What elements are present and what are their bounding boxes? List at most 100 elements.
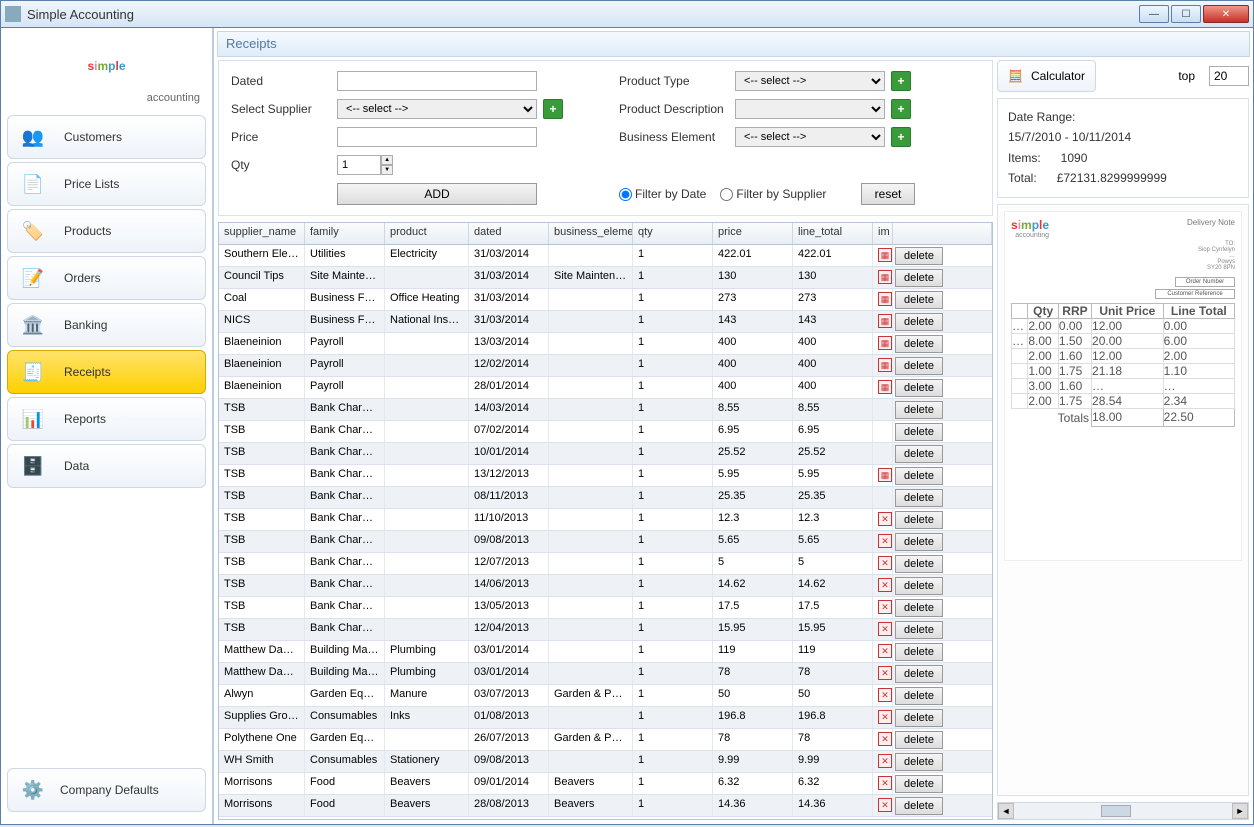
- add-supplier-button[interactable]: +: [543, 99, 563, 119]
- add-product-desc-button[interactable]: +: [891, 99, 911, 119]
- col-line-total[interactable]: line_total: [793, 223, 873, 244]
- table-row[interactable]: TSBBank Charges13/05/2013117.517.5✕delet…: [219, 597, 992, 619]
- delete-button[interactable]: delete: [895, 401, 943, 419]
- filter-by-supplier-radio[interactable]: Filter by Supplier: [720, 187, 826, 201]
- dated-input[interactable]: [337, 71, 537, 91]
- delete-button[interactable]: delete: [895, 357, 943, 375]
- table-row[interactable]: TSBBank Charges12/07/2013155✕delete: [219, 553, 992, 575]
- add-product-type-button[interactable]: +: [891, 71, 911, 91]
- qty-down-button[interactable]: ▼: [381, 165, 393, 175]
- product-desc-select[interactable]: [735, 99, 885, 119]
- qty-input[interactable]: [337, 155, 381, 175]
- top-input[interactable]: [1209, 66, 1249, 86]
- add-business-element-button[interactable]: +: [891, 127, 911, 147]
- nav-banking[interactable]: 🏛️Banking: [7, 303, 206, 347]
- table-row[interactable]: WH SmithConsumablesStationery09/08/20131…: [219, 751, 992, 773]
- business-element-select[interactable]: <-- select -->: [735, 127, 885, 147]
- col-family[interactable]: family: [305, 223, 385, 244]
- table-row[interactable]: TSBBank Charges13/12/201315.955.95▦delet…: [219, 465, 992, 487]
- qty-up-button[interactable]: ▲: [381, 155, 393, 165]
- table-row[interactable]: BlaeneinionPayroll28/01/20141400400▦dele…: [219, 377, 992, 399]
- table-row[interactable]: BlaeneinionPayroll12/02/20141400400▦dele…: [219, 355, 992, 377]
- delete-button[interactable]: delete: [895, 445, 943, 463]
- col-supplier[interactable]: supplier_name: [219, 223, 305, 244]
- delete-button[interactable]: delete: [895, 709, 943, 727]
- table-row[interactable]: BlaeneinionPayroll13/03/20141400400▦dele…: [219, 333, 992, 355]
- delete-button[interactable]: delete: [895, 643, 943, 661]
- supplier-select[interactable]: <-- select -->: [337, 99, 537, 119]
- filter-by-date-radio[interactable]: Filter by Date: [619, 187, 706, 201]
- col-product[interactable]: product: [385, 223, 469, 244]
- table-row[interactable]: MorrisonsFoodBeavers09/01/2014Beavers16.…: [219, 773, 992, 795]
- nav-receipts[interactable]: 🧾Receipts: [7, 350, 206, 394]
- delete-button[interactable]: delete: [895, 247, 943, 265]
- delete-button[interactable]: delete: [895, 577, 943, 595]
- delete-button[interactable]: delete: [895, 423, 943, 441]
- table-row[interactable]: Matthew Dav…Building Mate…Plumbing03/01/…: [219, 641, 992, 663]
- table-row[interactable]: TSBBank Charges12/04/2013115.9515.95✕del…: [219, 619, 992, 641]
- calculator-button[interactable]: 🧮 Calculator: [997, 60, 1096, 92]
- add-button[interactable]: ADD: [337, 183, 537, 205]
- table-row[interactable]: TSBBank Charges14/06/2013114.6214.62✕del…: [219, 575, 992, 597]
- delete-button[interactable]: delete: [895, 313, 943, 331]
- product-type-select[interactable]: <-- select -->: [735, 71, 885, 91]
- delete-button[interactable]: delete: [895, 291, 943, 309]
- delete-button[interactable]: delete: [895, 467, 943, 485]
- delete-button[interactable]: delete: [895, 687, 943, 705]
- table-row[interactable]: TSBBank Charges09/08/201315.655.65✕delet…: [219, 531, 992, 553]
- logo-subtitle: accounting: [5, 92, 200, 104]
- delete-button[interactable]: delete: [895, 555, 943, 573]
- table-row[interactable]: CoalBusiness FeesOffice Heating31/03/201…: [219, 289, 992, 311]
- grid-body[interactable]: Southern Ele…UtilitiesElectricity31/03/2…: [219, 245, 992, 819]
- scroll-thumb[interactable]: [1101, 805, 1131, 817]
- table-row[interactable]: Matthew Dav…Building Mate…Plumbing03/01/…: [219, 663, 992, 685]
- nav-customers[interactable]: 👥Customers: [7, 115, 206, 159]
- delete-button[interactable]: delete: [895, 775, 943, 793]
- table-row[interactable]: TSBBank Charges11/10/2013112.312.3✕delet…: [219, 509, 992, 531]
- table-row[interactable]: TSBBank Charges10/01/2014125.5225.52dele…: [219, 443, 992, 465]
- table-row[interactable]: Supplies GroupConsumablesInks01/08/20131…: [219, 707, 992, 729]
- delete-button[interactable]: delete: [895, 335, 943, 353]
- nav-price-lists[interactable]: 📄Price Lists: [7, 162, 206, 206]
- delete-button[interactable]: delete: [895, 533, 943, 551]
- delete-button[interactable]: delete: [895, 731, 943, 749]
- delete-button[interactable]: delete: [895, 269, 943, 287]
- col-business-element[interactable]: business_eleme: [549, 223, 633, 244]
- price-label: Price: [231, 130, 331, 144]
- delete-button[interactable]: delete: [895, 511, 943, 529]
- delete-button[interactable]: delete: [895, 599, 943, 617]
- nav-reports[interactable]: 📊Reports: [7, 397, 206, 441]
- delete-button[interactable]: delete: [895, 797, 943, 815]
- nav-orders[interactable]: 📝Orders: [7, 256, 206, 300]
- table-row[interactable]: Southern Ele…UtilitiesElectricity31/03/2…: [219, 245, 992, 267]
- nav-data[interactable]: 🗄️Data: [7, 444, 206, 488]
- table-row[interactable]: NICSBusiness FeesNational Insur…31/03/20…: [219, 311, 992, 333]
- table-row[interactable]: MorrisonsFoodBeavers28/08/2013Beavers114…: [219, 795, 992, 817]
- table-row[interactable]: TSBBank Charges08/11/2013125.3525.35dele…: [219, 487, 992, 509]
- col-price[interactable]: price: [713, 223, 793, 244]
- col-img[interactable]: im: [873, 223, 893, 244]
- nav-products[interactable]: 🏷️Products: [7, 209, 206, 253]
- maximize-button[interactable]: ☐: [1171, 5, 1201, 23]
- company-defaults-button[interactable]: ⚙️ Company Defaults: [7, 768, 206, 812]
- delete-button[interactable]: delete: [895, 379, 943, 397]
- col-dated[interactable]: dated: [469, 223, 549, 244]
- scroll-right-button[interactable]: ►: [1232, 803, 1248, 819]
- table-row[interactable]: Council TipsSite Mainten…31/03/2014Site …: [219, 267, 992, 289]
- delete-button[interactable]: delete: [895, 621, 943, 639]
- price-input[interactable]: [337, 127, 537, 147]
- table-row[interactable]: Polythene OneGarden Equi…26/07/2013Garde…: [219, 729, 992, 751]
- delete-button[interactable]: delete: [895, 665, 943, 683]
- minimize-button[interactable]: —: [1139, 5, 1169, 23]
- scroll-left-button[interactable]: ◄: [998, 803, 1014, 819]
- delete-button[interactable]: delete: [895, 753, 943, 771]
- delete-button[interactable]: delete: [895, 489, 943, 507]
- table-row[interactable]: TSBBank Charges14/03/201418.558.55delete: [219, 399, 992, 421]
- image-icon: ▦: [878, 468, 892, 482]
- col-qty[interactable]: qty: [633, 223, 713, 244]
- table-row[interactable]: AlwynGarden Equi…Manure03/07/2013Garden …: [219, 685, 992, 707]
- preview-scrollbar[interactable]: ◄ ►: [997, 802, 1249, 820]
- table-row[interactable]: TSBBank Charges07/02/201416.956.95delete: [219, 421, 992, 443]
- reset-button[interactable]: reset: [861, 183, 915, 205]
- close-button[interactable]: ✕: [1203, 5, 1249, 23]
